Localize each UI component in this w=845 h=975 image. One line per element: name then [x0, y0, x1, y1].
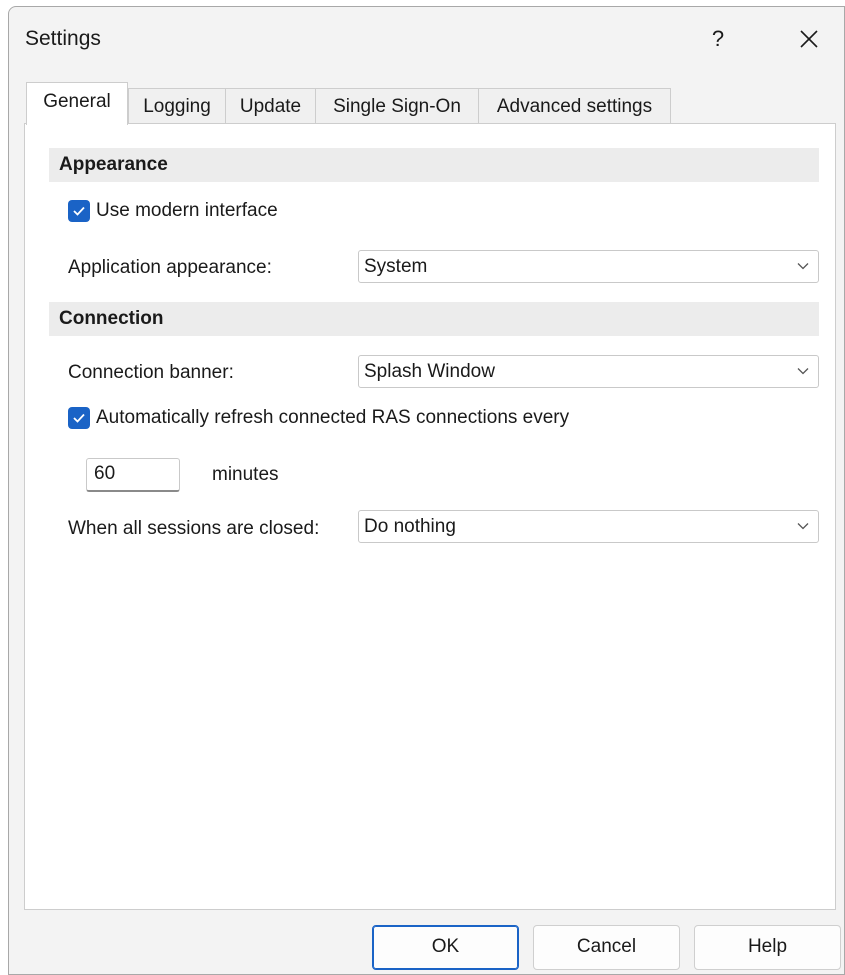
app-appearance-value: System — [364, 256, 428, 277]
title-bar: Settings ? — [9, 7, 844, 73]
auto-refresh-row: Automatically refresh connected RAS conn… — [68, 407, 569, 429]
connection-section-header: Connection — [49, 302, 819, 336]
appearance-section-header: Appearance — [49, 148, 819, 182]
modern-interface-label[interactable]: Use modern interface — [96, 200, 278, 222]
ok-button[interactable]: OK — [372, 925, 519, 970]
connection-banner-dropdown[interactable]: Splash Window — [358, 355, 819, 388]
close-button[interactable] — [789, 19, 829, 59]
sessions-closed-label: When all sessions are closed: — [68, 518, 320, 539]
close-icon — [800, 30, 818, 48]
refresh-interval-unit: minutes — [212, 464, 279, 485]
checkmark-icon — [73, 206, 85, 216]
checkmark-icon — [73, 413, 85, 423]
tab-single-sign-on[interactable]: Single Sign-On — [315, 88, 479, 123]
tab-advanced-settings[interactable]: Advanced settings — [478, 88, 671, 123]
auto-refresh-label[interactable]: Automatically refresh connected RAS conn… — [96, 407, 569, 429]
app-appearance-label: Application appearance: — [68, 257, 272, 278]
modern-interface-row: Use modern interface — [68, 200, 278, 222]
sessions-closed-dropdown[interactable]: Do nothing — [358, 510, 819, 543]
settings-dialog: Settings ? General Logging Update Single… — [8, 6, 845, 975]
chevron-down-icon — [797, 263, 809, 270]
modern-interface-checkbox[interactable] — [68, 200, 90, 222]
tab-logging[interactable]: Logging — [128, 88, 226, 123]
general-tab-panel: Appearance Use modern interface Applicat… — [24, 123, 836, 910]
connection-banner-value: Splash Window — [364, 361, 495, 382]
chevron-down-icon — [797, 523, 809, 530]
auto-refresh-checkbox[interactable] — [68, 407, 90, 429]
window-title: Settings — [25, 27, 101, 50]
tab-update[interactable]: Update — [225, 88, 316, 123]
connection-banner-label: Connection banner: — [68, 362, 234, 383]
help-title-button[interactable]: ? — [698, 19, 738, 59]
tab-strip: General Logging Update Single Sign-On Ad… — [26, 80, 844, 125]
tab-general[interactable]: General — [26, 82, 128, 125]
chevron-down-icon — [797, 368, 809, 375]
app-appearance-dropdown[interactable]: System — [358, 250, 819, 283]
refresh-interval-input[interactable]: 60 — [86, 458, 180, 492]
sessions-closed-value: Do nothing — [364, 516, 456, 537]
help-button[interactable]: Help — [694, 925, 841, 970]
cancel-button[interactable]: Cancel — [533, 925, 680, 970]
